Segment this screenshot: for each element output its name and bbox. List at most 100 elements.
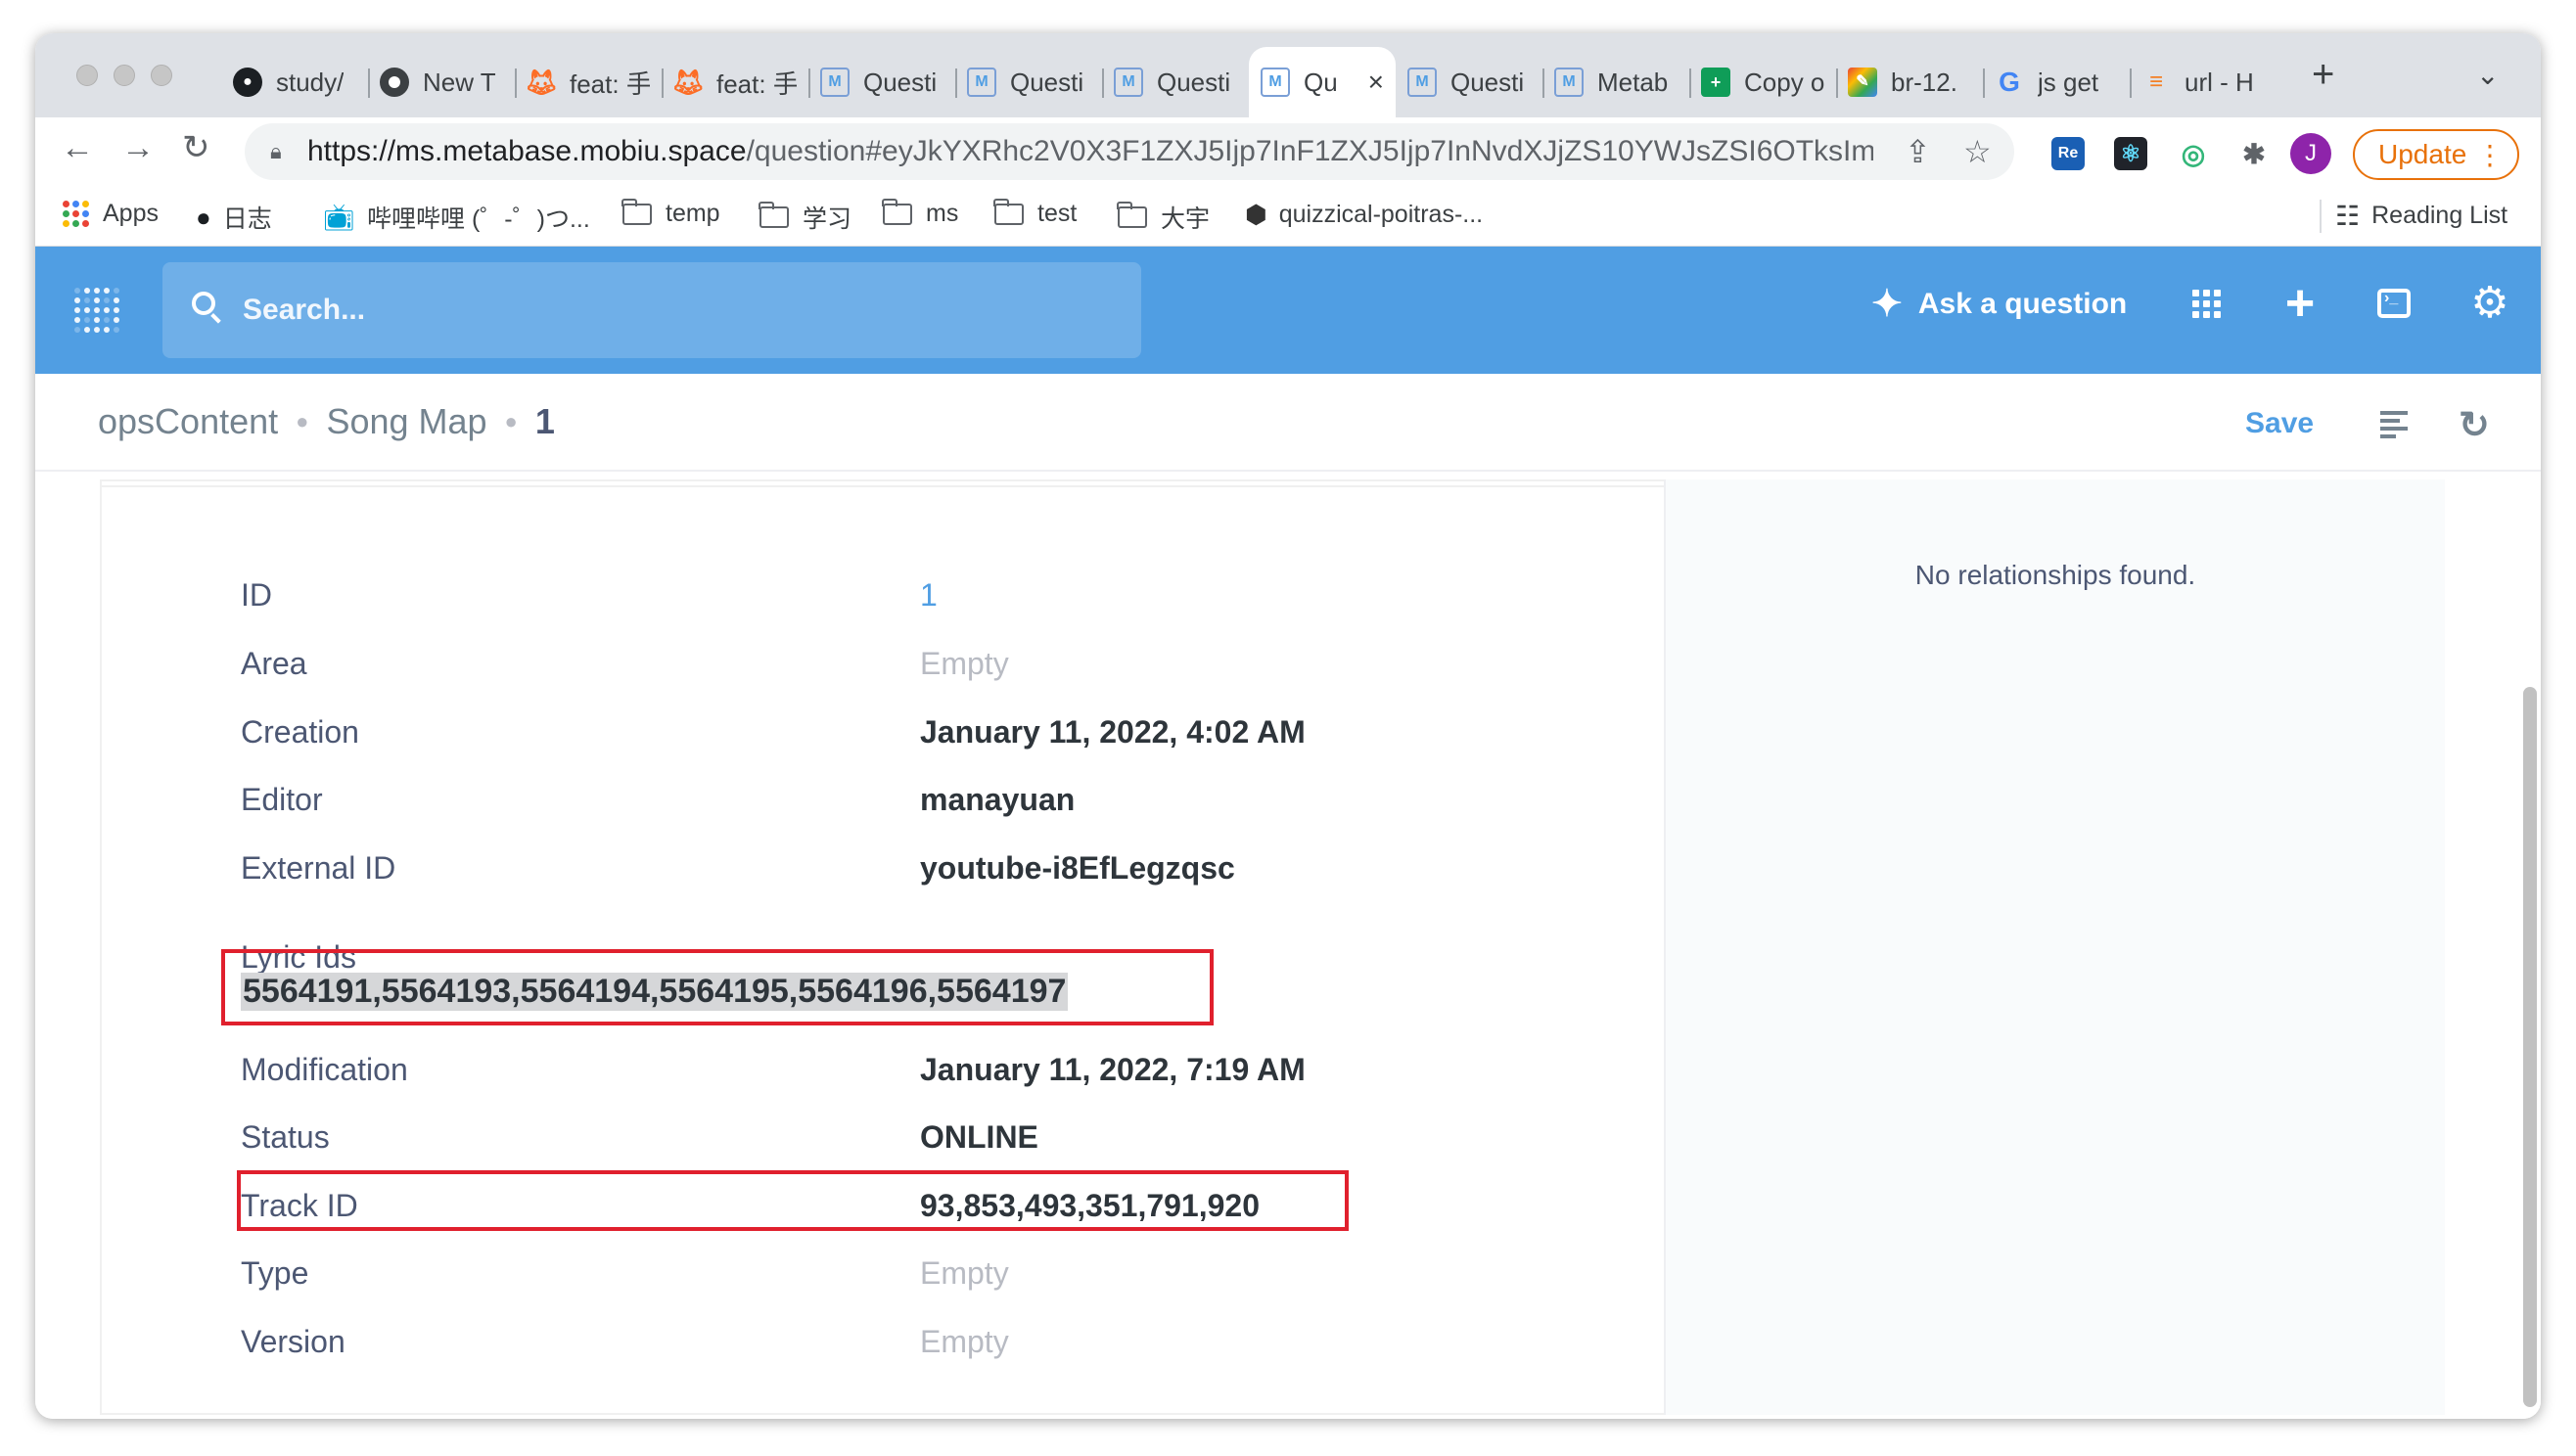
minimize-window-button[interactable] [114,65,135,86]
update-button[interactable]: Update ⋮ [2353,129,2519,180]
browser-toolbar: ← → ↻ 🔒︎ https://ms.metabase.mobiu.space… [35,117,2541,188]
browser-tab[interactable]: 🦊︎ feat: 手 [662,47,808,117]
stackoverflow-icon: ≡ [2148,68,2163,95]
question-header: opsContent ● Song Map ● 1 Save ↻ [35,374,2541,472]
field-label-status: Status [241,1119,330,1155]
browser-tab[interactable]: + Copy o [1689,47,1836,117]
browser-tab[interactable]: M Questi [955,47,1102,117]
field-value-id[interactable]: 1 [920,577,938,614]
forward-arrow-icon[interactable]: → [121,131,155,164]
browser-tab[interactable]: M Questi [1102,47,1249,117]
bookmark-star-icon[interactable]: ☆ [1963,133,1992,170]
react-devtools-icon[interactable]: ⚛ [2114,137,2147,170]
tab-title: feat: 手 [716,68,797,99]
chrome-icon [380,68,409,97]
search-box[interactable] [162,262,1141,358]
close-tab-icon[interactable]: × [1368,67,1384,98]
browser-tab[interactable]: M Qu × [1249,47,1396,117]
bookmark-ms[interactable]: ms [882,198,959,228]
reading-list-button[interactable]: ☷ Reading List [2320,200,2507,233]
bookmark-label: 哔哩哔哩 (゜-゜)つ... [367,205,590,233]
folder-icon [882,198,912,225]
refresh-icon[interactable]: ↻ [2459,407,2490,444]
bookmarks-bar: Apps ● 日志 📺︎ 哔哩哔哩 (゜-゜)つ... temp 学习 ms t… [35,188,2541,247]
apps-grid-icon [63,201,89,227]
breadcrumb-table[interactable]: Song Map [326,401,486,442]
object-detail-view: No relationships found. ID 1 Area Empty Crea… [35,472,2541,1419]
bookmark-bilibili[interactable]: 📺︎ 哔哩哔哩 (゜-゜)つ... [323,200,590,235]
settings-gear-icon[interactable]: ⚙ [2468,282,2511,325]
google-icon: G [1999,67,2020,97]
zoom-window-button[interactable] [151,65,172,86]
bookmark-label: temp [666,200,720,227]
ask-question-label: Ask a question [1917,288,2128,320]
browser-window: ● study/New T 🦊︎ feat: 手 🦊︎ feat: 手 M Questi M Qu… [35,33,2541,1419]
metabase-logo[interactable] [74,288,119,333]
sql-editor-icon[interactable] [2372,282,2415,325]
bookmark-rizhi[interactable]: ● 日志 [196,200,272,235]
tab-search-chevron-icon[interactable]: ⌄ [2476,59,2499,91]
close-window-button[interactable] [76,65,98,86]
breadcrumb-record: 1 [534,401,555,441]
bookmark-temp[interactable]: temp [621,198,720,228]
relationships-empty-text: No relationships found. [1914,560,2196,590]
back-arrow-icon[interactable]: ← [61,131,94,164]
save-button[interactable]: Save [2245,407,2314,440]
new-plus-icon[interactable]: + [2278,278,2322,329]
sheets-icon: + [1701,68,1730,97]
field-value-creation: January 11, 2022, 4:02 AM [920,714,1306,750]
tab-title: New T [423,67,496,97]
browse-data-grid-icon[interactable] [2185,282,2228,325]
field-value-type: Empty [920,1255,1009,1291]
search-input[interactable] [241,290,1106,331]
field-label-modification: Modification [241,1052,408,1087]
bookmark-label: 大宇 [1161,205,1211,233]
url-text[interactable]: https://ms.metabase.mobiu.space/question… [307,135,1873,168]
reload-icon[interactable]: ↻ [182,131,210,164]
lock-icon: 🔒︎ [270,139,282,163]
puzzle-extensions-icon[interactable]: ✱ [2237,137,2271,170]
browser-tab[interactable]: M Metab [1542,47,1689,117]
browser-tab[interactable]: ● study/ [221,47,368,117]
bilibili-icon: 📺︎ [323,202,356,232]
folder-icon [759,202,789,228]
metabase-icon: M [820,68,850,97]
scrollbar[interactable] [2519,472,2541,1419]
field-row-modification: Modification January 11, 2022, 7:19 AM [241,1044,1611,1103]
browser-tab[interactable]: 🦊︎ feat: 手 [515,47,662,117]
browser-tab[interactable]: New T [368,47,515,117]
breadcrumb: opsContent ● Song Map ● 1 [98,401,555,442]
metabase-icon: M [1261,68,1290,97]
bookmark-label: 日志 [222,205,272,233]
tab-title: feat: 手 [570,68,650,99]
bookmark-label: ms [926,200,959,227]
bookmark-xuexi[interactable]: 学习 [759,200,851,235]
breadcrumb-database[interactable]: opsContent [98,401,278,442]
scrollbar-thumb[interactable] [2523,687,2537,1407]
re-extension-icon[interactable]: Re [2051,137,2085,170]
browser-tab[interactable]: ✎ br-12. [1836,47,1983,117]
field-row-status: Status ONLINE [241,1112,1611,1170]
target-extension-icon[interactable]: ◎ [2177,137,2210,170]
browser-tab[interactable]: M Questi [1396,47,1542,117]
bookmark-quizzical[interactable]: ⬢ quizzical-poitras-... [1245,200,1483,230]
ask-question-button[interactable]: ✦ Ask a question [1871,286,2127,323]
bookmark-dayu[interactable]: 大宇 [1117,200,1211,235]
new-tab-button[interactable]: + [2312,55,2334,94]
address-bar[interactable]: 🔒︎ https://ms.metabase.mobiu.space/quest… [245,123,2014,180]
bookmark-test[interactable]: test [993,198,1077,228]
field-label-type: Type [241,1255,309,1291]
profile-avatar[interactable]: J [2290,133,2331,174]
browser-tab[interactable]: M Questi [808,47,955,117]
bookmark-label: quizzical-poitras-... [1278,201,1484,228]
tab-title: Copy o [1744,67,1824,97]
tab-title: Questi [1450,67,1525,97]
bookmark-apps[interactable]: Apps [63,200,159,228]
field-label-id: ID [241,577,272,613]
view-toggle-list-icon[interactable] [2380,411,2408,438]
browser-tab[interactable]: ≡ url - H [2130,47,2277,117]
browser-tab[interactable]: Gjs get [1983,47,2130,117]
share-icon[interactable]: ⇪ [1905,133,1931,170]
search-icon [192,292,215,315]
metabase-icon: M [967,68,996,97]
